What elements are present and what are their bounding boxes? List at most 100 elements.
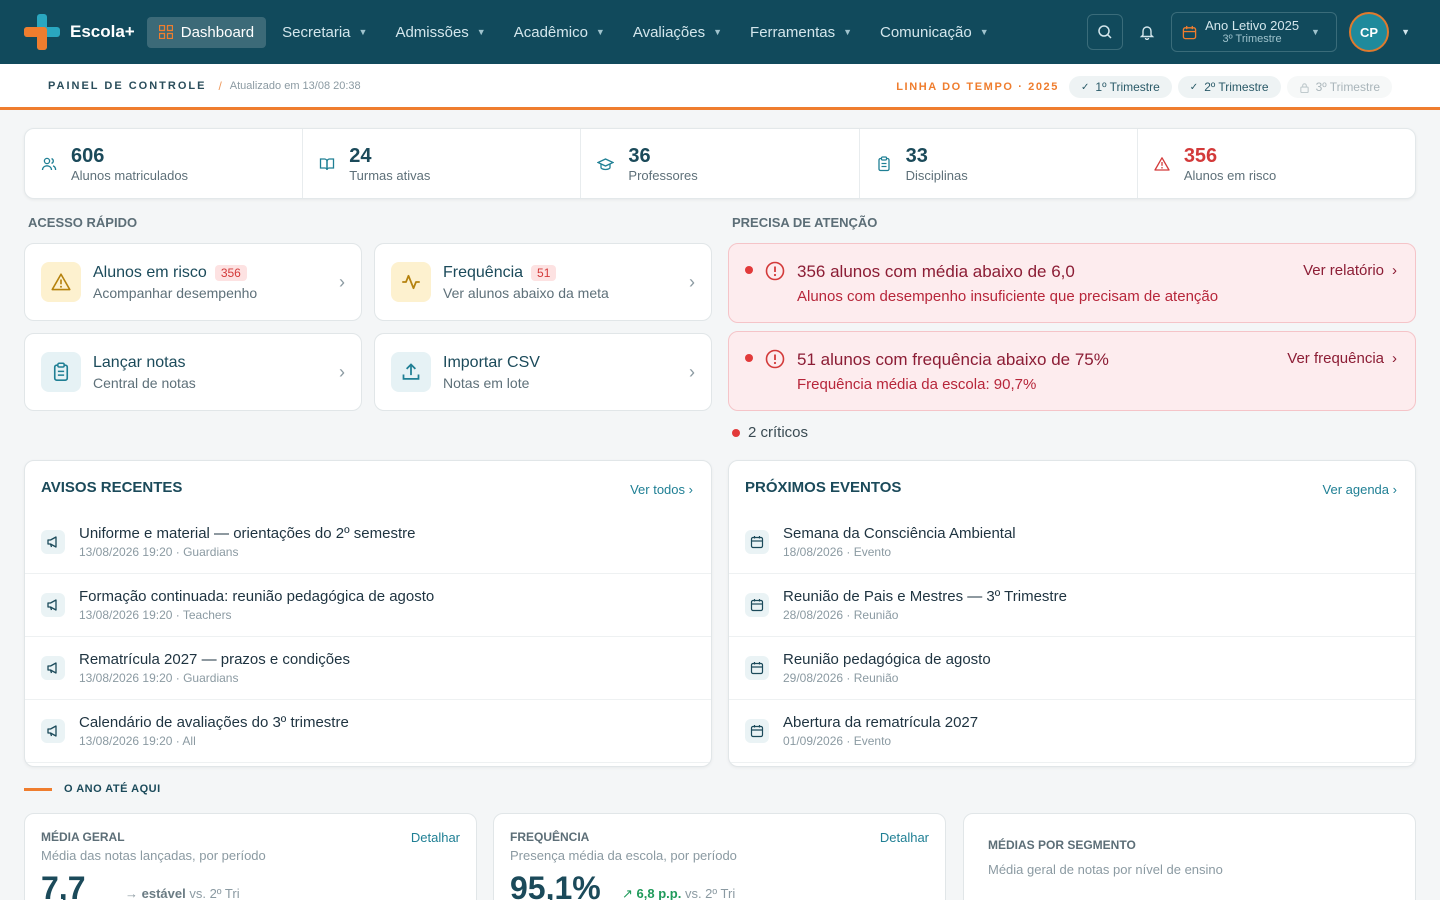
stat-classes[interactable]: 24 Turmas ativas xyxy=(303,129,582,198)
trimester-label: 1º Trimestre xyxy=(1095,80,1160,94)
view-report-link[interactable]: Ver relatório › xyxy=(1303,262,1397,279)
nav-item-dashboard[interactable]: Dashboard xyxy=(146,16,267,48)
trimester-1-chip[interactable]: ✓ 1º Trimestre xyxy=(1069,76,1172,98)
list-item[interactable]: Reunião de Pais e Mestres — 3º Trimestre… xyxy=(729,574,1415,637)
alert-subtitle: Frequência média da escola: 90,7% xyxy=(797,376,1037,393)
nav-label: Acadêmico xyxy=(513,23,588,41)
nav-item-avaliacoes[interactable]: Avaliações ▼ xyxy=(621,17,734,48)
stat-subjects[interactable]: 33 Disciplinas xyxy=(860,129,1138,198)
nav-item-admissoes[interactable]: Admissões ▼ xyxy=(383,17,497,48)
quick-card-attendance[interactable]: Frequência 51 Ver alunos abaixo da meta › xyxy=(374,243,712,321)
calendar-icon xyxy=(745,656,769,680)
list-item[interactable]: Calendário de avaliações do 3º trimestre… xyxy=(25,700,711,763)
detail-link[interactable]: Detalhar xyxy=(880,830,929,845)
quick-card-import-csv[interactable]: Importar CSV Notas em lote › xyxy=(374,333,712,411)
status-dot xyxy=(745,266,753,274)
chevron-right-icon: › xyxy=(689,361,695,382)
search-button[interactable] xyxy=(1087,14,1124,50)
stat-label: Turmas ativas xyxy=(349,168,431,183)
book-icon xyxy=(320,157,335,170)
list-item[interactable]: Uniforme e material — orientações do 2º … xyxy=(25,511,711,574)
chevron-down-icon: ▼ xyxy=(713,27,723,37)
nav-item-comunicacao[interactable]: Comunicação ▼ xyxy=(868,17,1001,48)
panel-link-label: Ver agenda xyxy=(1322,482,1390,497)
metric-title: MÉDIA GERAL xyxy=(41,830,125,844)
calendar-icon xyxy=(745,593,769,617)
quick-card-at-risk[interactable]: Alunos em risco 356 Acompanhar desempenho … xyxy=(24,243,362,321)
brand[interactable]: Escola+ xyxy=(24,14,135,50)
stats-strip: 606 Alunos matriculados 24 Turmas ativas 3… xyxy=(24,128,1416,199)
trend-reference: vs. 2º Tri xyxy=(189,886,240,900)
calendar-icon xyxy=(1182,25,1197,39)
megaphone-icon xyxy=(41,593,65,617)
arrow-right-icon: → xyxy=(125,886,138,900)
top-actions: Ano Letivo 2025 3º Trimestre ▼ CP ▼ xyxy=(1087,12,1410,52)
warning-icon xyxy=(1154,156,1170,171)
list-item[interactable]: Semana da Consciência Ambiental 18/08/202… xyxy=(729,511,1415,574)
stat-value: 606 xyxy=(71,145,105,167)
view-attendance-link[interactable]: Ver frequência › xyxy=(1287,350,1397,367)
quick-card-grades[interactable]: Lançar notas Central de notas › xyxy=(24,333,362,411)
chevron-down-icon: ▼ xyxy=(1311,27,1320,37)
page-title: PAINEL DE CONTROLE xyxy=(48,79,207,92)
metric-subtitle: Média geral de notas por nível de ensino xyxy=(988,862,1223,877)
trend-value: 6,8 p.p. xyxy=(636,886,682,900)
item-title: Abertura da rematrícula 2027 xyxy=(783,714,979,731)
calendar-icon xyxy=(745,719,769,743)
year-section-header: O ANO ATÉ AQUI xyxy=(24,783,161,795)
graduation-cap-icon xyxy=(597,157,615,170)
stat-at-risk[interactable]: 356 Alunos em risco xyxy=(1138,129,1415,198)
chevron-right-icon: › xyxy=(339,361,345,382)
metric-trend: → estável vs. 2º Tri xyxy=(125,886,240,900)
nav-label: Comunicação xyxy=(880,23,972,41)
alert-circle-icon xyxy=(765,349,785,369)
panel-title: AVISOS RECENTES xyxy=(41,479,183,496)
list-item[interactable]: Abertura da rematrícula 2027 01/09/2026 ·… xyxy=(729,700,1415,763)
notifications-button[interactable] xyxy=(1135,14,1159,50)
trend-up-icon: ↗ xyxy=(622,886,633,900)
stat-students[interactable]: 606 Alunos matriculados xyxy=(25,129,304,198)
section-divider xyxy=(24,787,52,791)
count-badge: 356 xyxy=(214,264,247,281)
clipboard-icon xyxy=(53,362,69,381)
lock-icon xyxy=(1299,82,1309,93)
calendar-icon xyxy=(745,530,769,554)
attention-title: PRECISA DE ATENÇÃO xyxy=(732,215,878,230)
metric-card-segments: MÉDIAS POR SEGMENTO Média geral de notas… xyxy=(963,813,1416,900)
chevron-right-icon: › xyxy=(1392,262,1397,279)
trimester-3-chip[interactable]: 3º Trimestre xyxy=(1286,76,1392,98)
chevron-right-icon: › xyxy=(1392,482,1397,497)
nav-item-secretaria[interactable]: Secretaria ▼ xyxy=(270,17,379,48)
nav-item-ferramentas[interactable]: Ferramentas ▼ xyxy=(738,17,864,48)
detail-link[interactable]: Detalhar xyxy=(411,830,460,845)
critical-count: 2 críticos xyxy=(732,424,808,441)
view-all-link[interactable]: Ver todos › xyxy=(630,482,693,497)
stat-teachers[interactable]: 36 Professores xyxy=(581,129,860,198)
count-badge: 51 xyxy=(531,264,557,281)
view-agenda-link[interactable]: Ver agenda › xyxy=(1323,482,1397,497)
avatar[interactable]: CP xyxy=(1349,12,1390,52)
chevron-down-icon[interactable]: ▼ xyxy=(1401,27,1410,37)
brand-name: Escola+ xyxy=(70,22,135,41)
chevron-down-icon: ▼ xyxy=(595,27,605,37)
metric-subtitle: Presença média da escola, por período xyxy=(510,848,737,863)
list-item[interactable]: Formação continuada: reunião pedagógica … xyxy=(25,574,711,637)
chevron-down-icon: ▼ xyxy=(843,27,852,37)
nav-label: Dashboard xyxy=(180,23,255,41)
year-selector-sub: 3º Trimestre xyxy=(1222,33,1282,46)
list-item[interactable]: Rematrícula 2027 — prazos e condições 13/… xyxy=(25,637,711,700)
nav-item-academico[interactable]: Acadêmico ▼ xyxy=(502,17,617,48)
item-meta: 29/08/2026 · Reunião xyxy=(783,671,899,685)
item-title: Formação continuada: reunião pedagógica … xyxy=(79,588,435,605)
school-year-selector[interactable]: Ano Letivo 2025 3º Trimestre ▼ xyxy=(1171,12,1338,52)
quick-card-title: Alunos em risco xyxy=(93,263,207,281)
warning-icon xyxy=(51,273,71,291)
alert-low-attendance: 51 alunos com frequência abaixo de 75% F… xyxy=(728,331,1416,411)
check-icon: ✓ xyxy=(1189,81,1199,93)
quick-card-icon xyxy=(41,262,81,302)
item-title: Calendário de avaliações do 3º trimestre xyxy=(79,714,349,731)
list-item[interactable]: Reunião pedagógica de agosto 29/08/2026 ·… xyxy=(729,637,1415,700)
quick-card-icon xyxy=(41,352,81,392)
trimester-2-chip[interactable]: ✓ 2º Trimestre xyxy=(1177,76,1281,98)
alert-circle-icon xyxy=(765,261,785,281)
